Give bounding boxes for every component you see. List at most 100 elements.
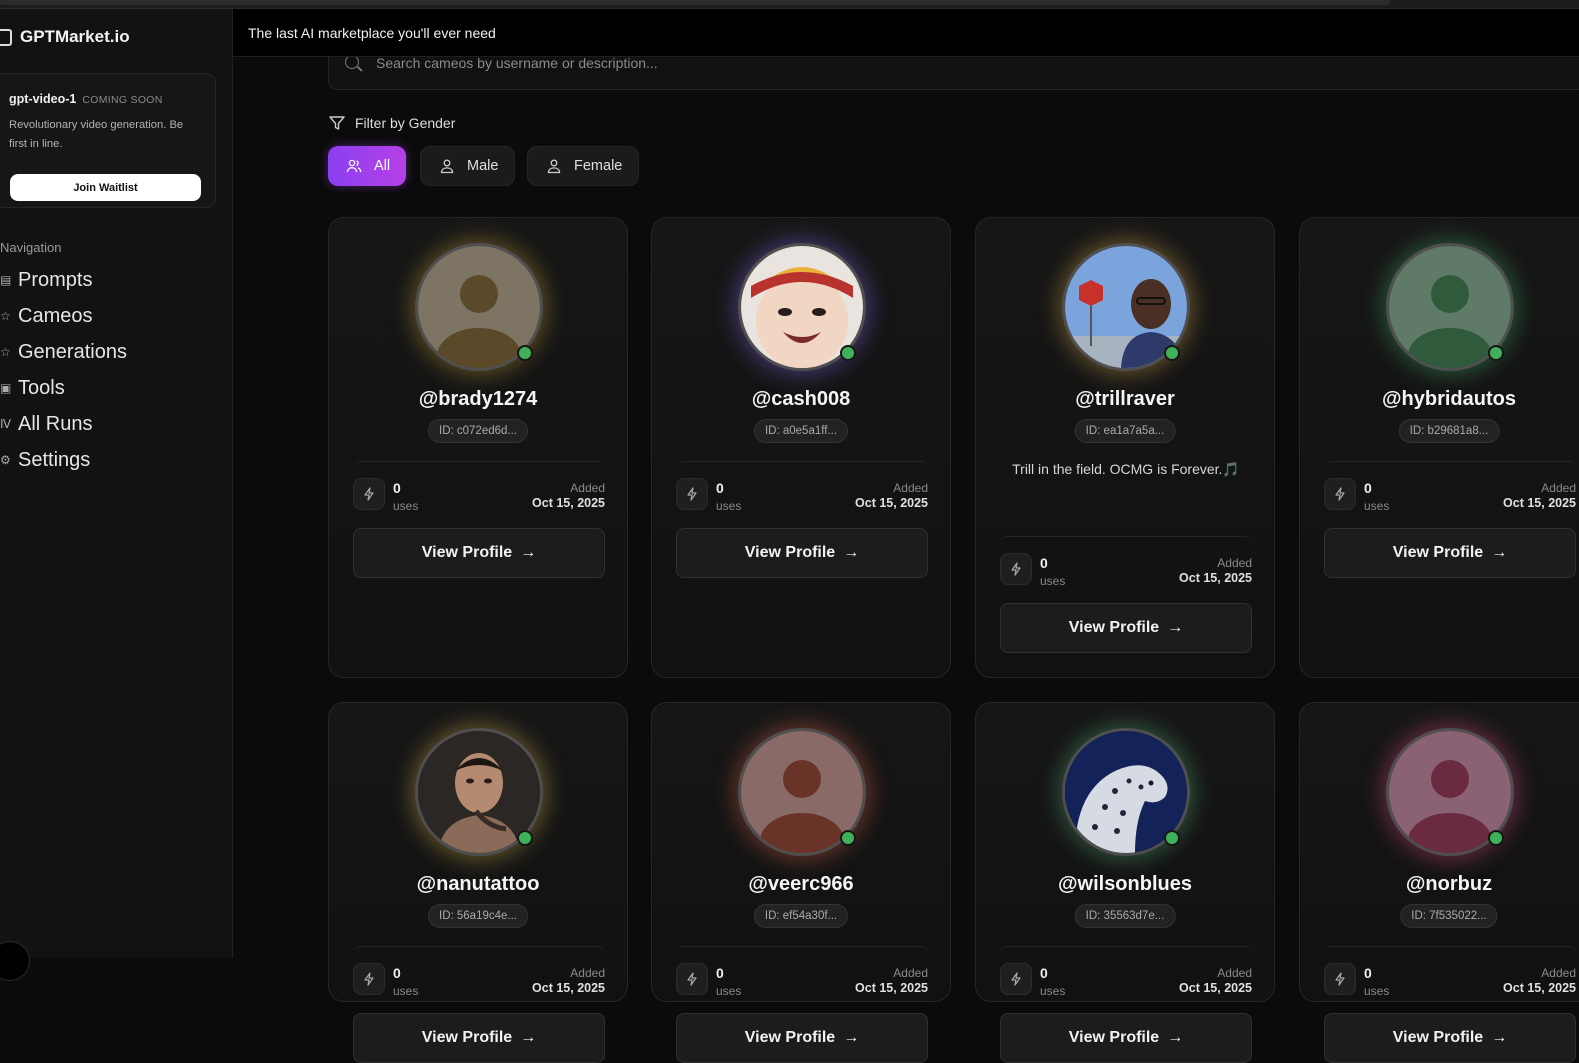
added-date: Oct 15, 2025 [532, 981, 605, 995]
uses-label: uses [1364, 499, 1390, 513]
online-status-dot [1488, 830, 1504, 846]
join-waitlist-button[interactable]: Join Waitlist [10, 174, 201, 201]
cameo-card[interactable]: @norbuz ID: 7f535022... 0 uses Added Oct 15, … [1299, 702, 1579, 1063]
cameo-stats: 0 uses Added Oct 15, 2025 [353, 946, 605, 1002]
filter-label-text: Filter by Gender [355, 115, 456, 131]
cameo-id-badge: ID: a0e5a1ff... [753, 419, 849, 443]
cameo-card[interactable]: @cash008 ID: a0e5a1ff... 0 uses Added Oct 15,… [651, 217, 951, 678]
online-status-dot [1488, 345, 1504, 361]
avatar[interactable] [415, 243, 543, 371]
cameo-card[interactable]: @nanutattoo ID: 56a19c4e... 0 uses Added Oct … [328, 702, 628, 1063]
cameo-username[interactable]: @wilsonblues [976, 873, 1274, 896]
cameo-id-badge: ID: ef54a30f... [753, 904, 849, 928]
arrow-right-icon: → [1167, 1029, 1184, 1046]
view-profile-button[interactable]: View Profile → [1000, 1013, 1252, 1063]
cameo-card[interactable]: @veerc966 ID: ef54a30f... 0 uses Added Oct 15… [651, 702, 951, 1063]
uses-icon-box [353, 478, 385, 510]
filter-icon [329, 116, 345, 130]
uses-icon-box [353, 963, 385, 995]
online-status-dot [840, 830, 856, 846]
avatar[interactable] [738, 728, 866, 856]
uses-count: 0 [716, 480, 724, 496]
person-icon: ☆ [0, 309, 11, 323]
uses-count: 0 [716, 965, 724, 981]
cameo-username[interactable]: @cash008 [652, 388, 950, 411]
user-icon [547, 159, 561, 174]
uses-icon-box [676, 963, 708, 995]
arrow-right-icon: → [1491, 1029, 1508, 1046]
arrow-right-icon: → [1167, 619, 1184, 636]
cameo-username[interactable]: @hybridautos [1300, 388, 1579, 411]
view-profile-label: View Profile [1068, 1029, 1160, 1046]
added-label: Added [1217, 966, 1252, 980]
view-profile-button[interactable]: View Profile → [1324, 1013, 1576, 1063]
cameo-stats: 0 uses Added Oct 15, 2025 [1324, 461, 1576, 517]
view-profile-button[interactable]: View Profile → [353, 528, 605, 578]
avatar[interactable] [1386, 243, 1514, 371]
runs-icon: Ⅳ [0, 417, 12, 431]
avatar[interactable] [738, 243, 866, 371]
bolt-icon [1335, 972, 1345, 986]
sidebar-item-settings[interactable]: ⚙ Settings [0, 442, 127, 478]
view-profile-button[interactable]: View Profile → [676, 528, 928, 578]
sidebar-item-label: All Runs [18, 412, 93, 435]
filter-female-button[interactable]: Female [527, 146, 640, 186]
cameo-card[interactable]: @hybridautos ID: b29681a8... 0 uses Added Oct… [1299, 217, 1579, 678]
sidebar-item-prompts[interactable]: ▤ Prompts [0, 262, 127, 298]
arrow-right-icon: → [843, 544, 860, 561]
added-label: Added [570, 481, 605, 495]
filter-all-button[interactable]: All [328, 146, 407, 186]
uses-label: uses [716, 984, 742, 998]
uses-count: 0 [393, 480, 401, 496]
sidebar-item-generations[interactable]: ☆ Generations [0, 334, 127, 370]
added-label: Added [1217, 556, 1252, 570]
cameo-card[interactable]: @wilsonblues ID: 35563d7e... 0 uses Added Oct… [975, 702, 1275, 1063]
added-label: Added [893, 966, 928, 980]
view-profile-label: View Profile [1392, 1029, 1484, 1046]
sidebar-toggle-icon[interactable] [0, 28, 12, 46]
cameo-card[interactable]: @brady1274 ID: c072ed6d... 0 uses Added Oct 1… [328, 217, 628, 678]
users-icon [346, 159, 362, 173]
cameo-stats: 0 uses Added Oct 15, 2025 [676, 461, 928, 517]
cameo-username[interactable]: @brady1274 [329, 388, 627, 411]
bolt-icon [364, 487, 374, 501]
user-avatar-corner[interactable] [0, 941, 30, 981]
promo-description: Revolutionary video generation. Be first… [9, 119, 184, 150]
view-profile-label: View Profile [744, 1029, 836, 1046]
added-label: Added [1541, 481, 1576, 495]
cameo-username[interactable]: @nanutattoo [329, 873, 627, 896]
sidebar-item-cameos[interactable]: ☆ Cameos [0, 298, 127, 334]
added-date: Oct 15, 2025 [855, 496, 928, 510]
cameo-card[interactable]: @trillraver ID: ea1a7a5a... Trill in the f… [975, 217, 1275, 678]
view-profile-button[interactable]: View Profile → [353, 1013, 605, 1063]
promo-model-name: gpt-video-1 [9, 92, 77, 106]
sidebar-item-all-runs[interactable]: Ⅳ All Runs [0, 406, 127, 442]
announcement-banner: The last AI marketplace you'll ever need [233, 9, 1579, 57]
cameo-username[interactable]: @veerc966 [652, 873, 950, 896]
added-date: Oct 15, 2025 [855, 981, 928, 995]
cameo-username[interactable]: @norbuz [1300, 873, 1579, 896]
view-profile-button[interactable]: View Profile → [1324, 528, 1576, 578]
bolt-icon [364, 972, 374, 986]
view-profile-button[interactable]: View Profile → [1000, 603, 1252, 653]
view-profile-button[interactable]: View Profile → [676, 1013, 928, 1063]
avatar[interactable] [1386, 728, 1514, 856]
view-profile-label: View Profile [1392, 544, 1484, 561]
star-icon: ☆ [0, 345, 11, 359]
sidebar-item-tools[interactable]: ▣ Tools [0, 370, 127, 406]
filter-male-button[interactable]: Male [420, 146, 516, 186]
cameo-username[interactable]: @trillraver [976, 388, 1274, 411]
bolt-icon [1011, 972, 1021, 986]
avatar[interactable] [1062, 243, 1190, 371]
avatar[interactable] [1062, 728, 1190, 856]
cameo-stats: 0 uses Added Oct 15, 2025 [1000, 946, 1252, 1002]
brand[interactable]: GPTMarket.io [0, 27, 130, 47]
user-icon [440, 159, 454, 174]
added-date: Oct 15, 2025 [1503, 496, 1576, 510]
nav-section-label: Navigation [0, 240, 62, 255]
view-profile-label: View Profile [1068, 619, 1160, 636]
added-label: Added [1541, 966, 1576, 980]
cameo-stats: 0 uses Added Oct 15, 2025 [676, 946, 928, 1002]
avatar[interactable] [415, 728, 543, 856]
arrow-right-icon: → [843, 1029, 860, 1046]
